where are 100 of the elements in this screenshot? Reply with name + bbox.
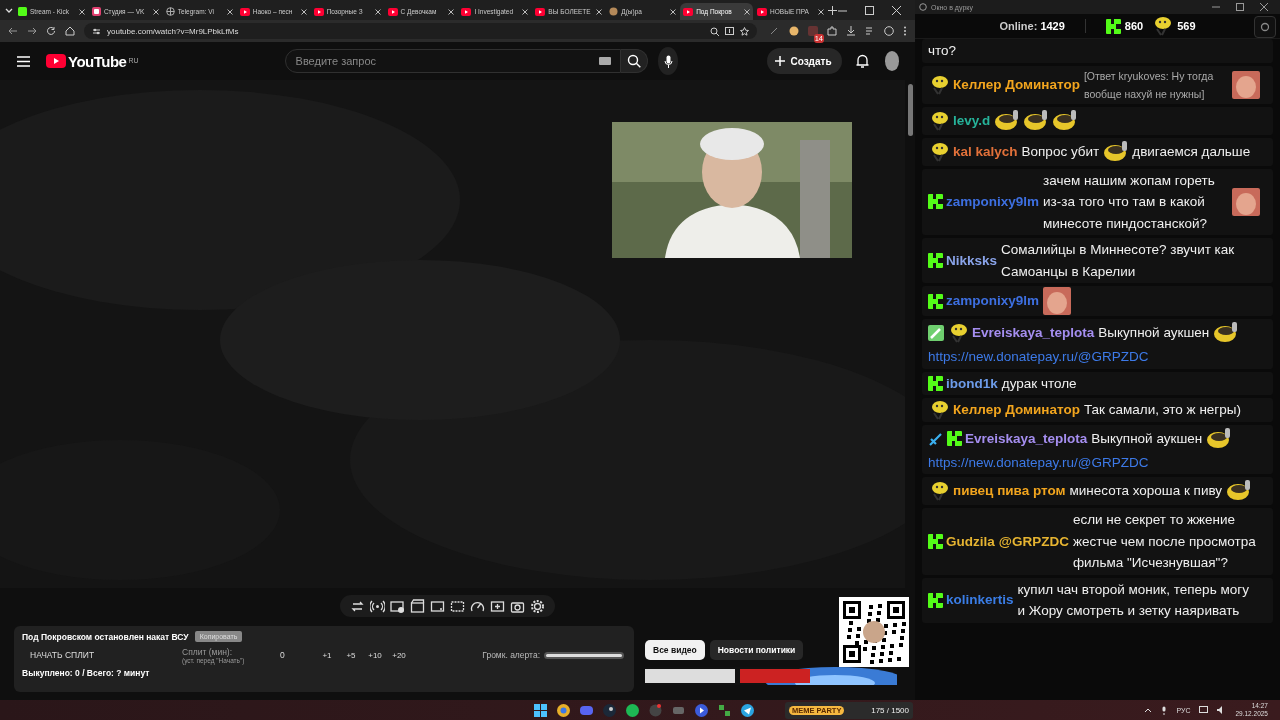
settings-button[interactable] xyxy=(1254,16,1276,38)
create-button[interactable]: Создать xyxy=(767,48,842,74)
channel-badge-icon xyxy=(947,431,962,446)
send-icon[interactable] xyxy=(740,702,755,718)
profile-icon[interactable] xyxy=(884,26,894,36)
favicon-icon xyxy=(535,7,546,16)
favicon-icon xyxy=(313,7,324,16)
mention[interactable]: @GRPZDC xyxy=(998,530,1069,552)
home-icon[interactable] xyxy=(65,26,75,36)
download-icon[interactable] xyxy=(846,26,856,36)
message-text: купил чач второй моник, теперь могу и Жору смотреть и зетку наяривать xyxy=(1017,580,1250,620)
close-icon[interactable] xyxy=(596,8,603,15)
app-icon[interactable] xyxy=(648,702,663,718)
favicon-icon xyxy=(683,7,694,16)
chat-username[interactable]: Келлер Доминатор xyxy=(953,73,1080,96)
close-icon[interactable] xyxy=(744,8,751,15)
close-icon[interactable] xyxy=(522,8,529,15)
scrollbar-thumb[interactable] xyxy=(907,84,913,136)
app-icon[interactable] xyxy=(717,702,732,718)
favicon-icon xyxy=(387,7,398,16)
site-info-icon[interactable] xyxy=(92,26,101,36)
search-field[interactable]: Введите запрос xyxy=(284,49,621,73)
close-icon[interactable] xyxy=(448,8,455,15)
close-icon[interactable] xyxy=(670,8,677,15)
microphone-icon[interactable] xyxy=(1161,705,1168,715)
summary-text: Выкуплено: 0 / Всего: ? минут xyxy=(22,668,151,678)
favicon-icon xyxy=(757,7,768,16)
pencil-icon xyxy=(928,325,944,341)
zoom-icon[interactable] xyxy=(710,26,719,36)
dashed-frame-icon[interactable] xyxy=(450,598,465,614)
chevron-up-icon[interactable] xyxy=(1144,707,1153,713)
bell-icon[interactable] xyxy=(855,54,869,68)
music-icon[interactable] xyxy=(625,702,640,718)
star-icon[interactable] xyxy=(740,26,749,36)
add-frame-icon[interactable] xyxy=(490,598,505,614)
close-icon[interactable] xyxy=(374,8,381,15)
favicon-icon xyxy=(18,7,27,16)
avatar[interactable] xyxy=(884,51,899,71)
voice-search-button[interactable] xyxy=(658,47,679,75)
reload-icon[interactable] xyxy=(46,26,56,36)
message-link[interactable]: https://new.donatepay.ru/@GRPZDC xyxy=(928,349,1149,364)
message-link[interactable]: https://new.donatepay.ru/@GRPZDC xyxy=(928,454,1149,470)
play-icon[interactable] xyxy=(694,702,709,718)
menu-icon[interactable] xyxy=(903,26,907,36)
close-icon[interactable] xyxy=(817,8,824,15)
increment-button[interactable]: +1 xyxy=(315,650,339,660)
increment-button[interactable]: +10 xyxy=(363,650,387,660)
close-icon[interactable] xyxy=(226,8,233,15)
emote-icon xyxy=(1043,287,1072,315)
chat-username[interactable]: Келлер Доминатор xyxy=(953,399,1080,421)
frame-icon[interactable] xyxy=(430,598,445,614)
chat-username[interactable]: Evreiskaya_teplota xyxy=(965,427,1088,450)
start-icon[interactable] xyxy=(533,702,548,718)
close-icon[interactable] xyxy=(152,8,159,15)
monitor-icon[interactable] xyxy=(1199,706,1209,714)
back-icon[interactable] xyxy=(8,26,18,36)
maximize-icon[interactable] xyxy=(1236,3,1244,11)
menu-icon[interactable] xyxy=(17,55,30,67)
emote-icon xyxy=(1232,70,1260,99)
install-icon[interactable] xyxy=(725,26,734,36)
increment-button[interactable]: +20 xyxy=(387,650,411,660)
chat-username[interactable]: kal kalych xyxy=(953,140,1018,163)
close-icon[interactable] xyxy=(78,8,85,15)
chat-username[interactable]: Nikksks xyxy=(946,249,998,272)
browser-icon[interactable] xyxy=(556,702,571,718)
chat-username[interactable]: пивец пива ртом xyxy=(953,480,1066,502)
broadcast-icon[interactable] xyxy=(370,598,385,614)
keyboard-icon[interactable] xyxy=(598,57,611,65)
close-icon[interactable] xyxy=(1260,3,1268,11)
settings-icon[interactable] xyxy=(530,598,545,614)
split-title: Под Покровском остановлен накат ВСУ xyxy=(22,631,189,642)
chat-username[interactable]: ibond1k xyxy=(946,372,998,394)
channel-badge-icon xyxy=(928,375,943,391)
start-split-button[interactable]: НАЧАТЬ СПЛИТ xyxy=(30,650,182,660)
close-icon[interactable] xyxy=(892,5,901,15)
close-icon[interactable] xyxy=(300,8,307,15)
split-label: Сплит (мин): xyxy=(182,646,232,657)
increment-button[interactable]: +5 xyxy=(339,650,363,660)
maximize-icon[interactable] xyxy=(865,5,874,15)
search-icon xyxy=(626,54,641,68)
message-text: минесота хороша к пиву xyxy=(1069,482,1223,501)
address-bar[interactable]: youtube.com/watch?v=Mr9LPbkLfMs xyxy=(84,23,757,39)
filter-chip[interactable]: Новости политики xyxy=(709,640,804,660)
plus-icon[interactable] xyxy=(827,5,837,15)
media-icon[interactable] xyxy=(865,26,875,36)
chat-username[interactable]: Evreiskaya_teplota xyxy=(972,322,1095,344)
filter-chip[interactable]: Все видео xyxy=(645,640,705,660)
online-count: Online: 1429 xyxy=(999,20,1065,32)
search-button[interactable] xyxy=(620,49,649,73)
clapperboard-icon[interactable] xyxy=(410,598,425,614)
channel-badge-icon xyxy=(928,293,943,309)
minimize-icon[interactable] xyxy=(1212,3,1220,11)
chat-username[interactable]: zamponixy9lm xyxy=(946,191,1040,213)
chat-username[interactable]: Gudzila xyxy=(946,530,995,552)
chat-username[interactable]: zamponixy9lm xyxy=(946,290,1040,312)
forward-icon[interactable] xyxy=(27,26,37,36)
youtube-logo[interactable]: YouTube$^{RU}$ xyxy=(46,52,139,70)
chat-username[interactable]: kolinkertis xyxy=(946,589,1014,611)
chat-username[interactable]: levy.d xyxy=(953,109,991,132)
plus-icon xyxy=(775,56,786,66)
